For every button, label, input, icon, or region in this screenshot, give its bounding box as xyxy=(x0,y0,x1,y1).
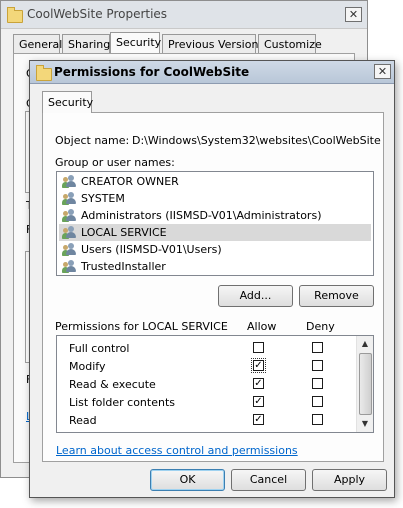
user-list[interactable]: CREATOR OWNER SYSTEM Administrators (IIS… xyxy=(56,171,374,276)
user-group-icon xyxy=(62,209,78,222)
permission-row: List folder contents ✓ xyxy=(57,393,357,411)
group-label: Group or user names: xyxy=(55,156,175,169)
tab-security[interactable]: Security xyxy=(110,32,161,54)
allow-header: Allow xyxy=(247,320,277,333)
tab-customize[interactable]: Customize xyxy=(258,34,322,53)
allow-checkbox[interactable] xyxy=(253,342,264,353)
deny-checkbox[interactable] xyxy=(312,396,323,407)
user-group-icon xyxy=(62,260,78,273)
tab-sharing[interactable]: Sharing xyxy=(62,34,110,53)
remove-button[interactable]: Remove xyxy=(299,285,374,307)
list-item[interactable]: Users (IISMSD-V01\Users) xyxy=(59,241,371,258)
user-group-icon xyxy=(62,226,78,239)
apply-button[interactable]: Apply xyxy=(312,469,387,491)
allow-checkbox[interactable]: ✓ xyxy=(253,414,264,425)
list-item[interactable]: SYSTEM xyxy=(59,190,371,207)
deny-checkbox[interactable] xyxy=(312,342,323,353)
allow-checkbox[interactable]: ✓ xyxy=(253,396,264,407)
user-name: Users (IISMSD-V01\Users) xyxy=(81,243,222,256)
list-item[interactable]: TrustedInstaller xyxy=(59,258,371,275)
user-group-icon xyxy=(62,243,78,256)
permission-name: List folder contents xyxy=(69,396,175,409)
deny-header: Deny xyxy=(306,320,335,333)
ok-button[interactable]: OK xyxy=(150,469,225,491)
permissions-list[interactable]: Full control Modify ✓ Read & execute ✓ L… xyxy=(56,335,374,433)
deny-checkbox[interactable] xyxy=(312,360,323,371)
permission-name: Modify xyxy=(69,360,106,373)
allow-checkbox[interactable]: ✓ xyxy=(251,358,266,373)
allow-checkbox[interactable]: ✓ xyxy=(253,378,264,389)
list-item[interactable]: Administrators (IISMSD-V01\Administrator… xyxy=(59,207,371,224)
tab-previous-versions[interactable]: Previous Versions xyxy=(162,34,264,53)
permissions-label: Permissions for LOCAL SERVICE xyxy=(55,320,228,333)
list-item-selected[interactable]: LOCAL SERVICE xyxy=(59,224,371,241)
object-name-label: Object name: xyxy=(55,134,130,147)
permission-name: Full control xyxy=(69,342,130,355)
scroll-up-icon[interactable]: ▲ xyxy=(357,336,373,352)
folder-icon xyxy=(36,65,52,81)
dialog-title: Permissions for CoolWebSite xyxy=(54,65,250,79)
user-name: SYSTEM xyxy=(81,192,125,205)
deny-checkbox[interactable] xyxy=(312,414,323,425)
tab-security[interactable]: Security xyxy=(42,91,93,113)
tab-general[interactable]: General xyxy=(13,34,62,53)
properties-title: CoolWebSite Properties xyxy=(27,7,168,21)
permissions-dialog: Permissions for CoolWebSite ✕ Security O… xyxy=(29,60,395,498)
security-page: Object name: D:\Windows\System32\website… xyxy=(42,112,384,462)
user-name: TrustedInstaller xyxy=(81,260,166,273)
user-name: Administrators (IISMSD-V01\Administrator… xyxy=(81,209,322,222)
permission-row: Modify ✓ xyxy=(57,357,357,375)
permission-row: Full control xyxy=(57,339,357,357)
object-name-value: D:\Windows\System32\websites\CoolWebSite xyxy=(132,134,381,147)
deny-checkbox[interactable] xyxy=(312,378,323,389)
learn-permissions-link[interactable]: Learn about access control and permissio… xyxy=(56,444,298,457)
user-group-icon xyxy=(62,175,78,188)
add-button[interactable]: Add... xyxy=(218,285,293,307)
permission-name: Read & execute xyxy=(69,378,156,391)
permission-row: Read ✓ xyxy=(57,411,357,429)
dialog-titlebar: Permissions for CoolWebSite ✕ xyxy=(30,61,394,84)
list-item[interactable]: CREATOR OWNER xyxy=(59,173,371,190)
properties-titlebar: CoolWebSite Properties ✕ xyxy=(1,1,367,29)
cancel-button[interactable]: Cancel xyxy=(231,469,306,491)
scroll-down-icon[interactable]: ▼ xyxy=(357,416,373,432)
user-name: CREATOR OWNER xyxy=(81,175,179,188)
close-icon[interactable]: ✕ xyxy=(374,64,391,79)
permission-name: Read xyxy=(69,414,97,427)
permissions-scrollbar[interactable]: ▲ ▼ xyxy=(356,336,373,432)
user-group-icon xyxy=(62,192,78,205)
close-icon[interactable]: ✕ xyxy=(345,7,362,22)
user-name: LOCAL SERVICE xyxy=(81,226,167,239)
scroll-thumb[interactable] xyxy=(359,353,372,415)
permission-row: Read & execute ✓ xyxy=(57,375,357,393)
folder-icon xyxy=(7,7,23,23)
